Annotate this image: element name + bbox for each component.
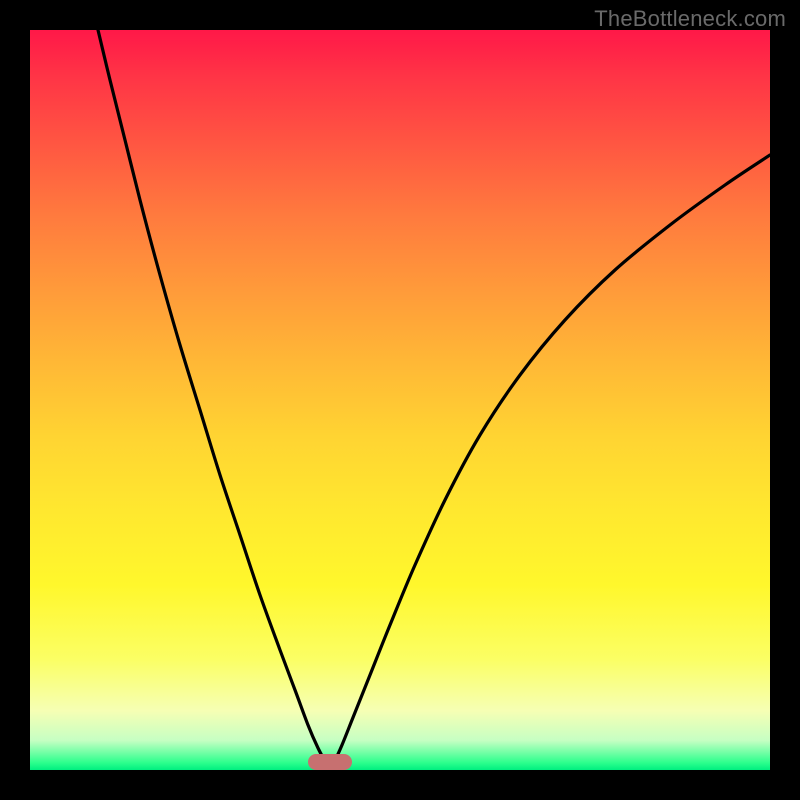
watermark-text: TheBottleneck.com [594, 6, 786, 32]
curve-left [98, 30, 327, 765]
bottleneck-curves [30, 30, 770, 770]
chart-plot-area [30, 30, 770, 770]
minimum-marker [308, 754, 352, 770]
curve-right [333, 155, 770, 765]
